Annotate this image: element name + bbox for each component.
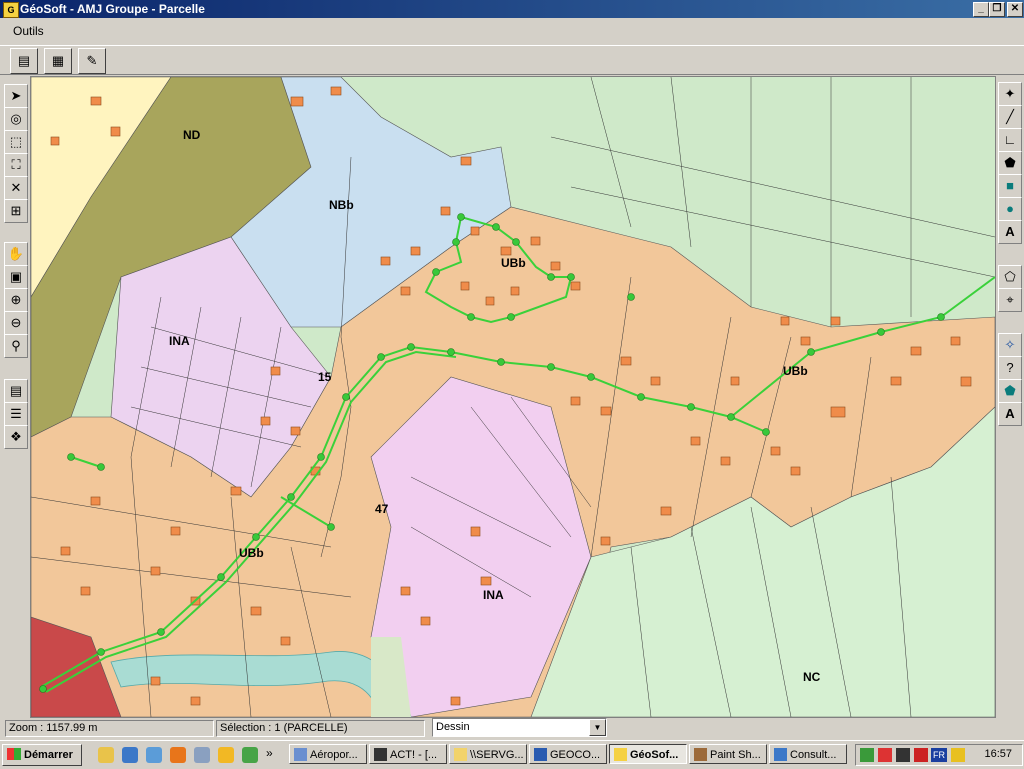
zoom-in-icon[interactable]: ⊕ [4, 288, 28, 312]
task-act[interactable]: ACT! - [... [369, 744, 447, 764]
edit-notes-icon[interactable]: ✎ [78, 48, 106, 74]
minimize-button[interactable]: _ [973, 2, 989, 17]
system-tray: FR 16:57 [855, 744, 1023, 766]
acrobat-icon[interactable] [914, 748, 928, 762]
windows-logo-icon [7, 748, 21, 760]
geosoft-icon[interactable]: G [3, 2, 19, 18]
map-layer-icon[interactable]: ▦ [44, 48, 72, 74]
zone-label: NC [803, 670, 821, 684]
title-bar: G GéoSoft - AMJ Groupe - Parcelle _ ❐ ✕ [0, 0, 1024, 18]
grid-icon[interactable]: ⊞ [4, 199, 28, 223]
draw-text-icon[interactable]: A [998, 220, 1022, 244]
task-geoco[interactable]: GEOCO... [529, 744, 607, 764]
window-title: GéoSoft - AMJ Groupe - Parcelle [20, 2, 205, 16]
media-icon[interactable] [218, 747, 234, 763]
desktop-icon[interactable] [98, 747, 114, 763]
zone-label: UBb [501, 256, 526, 270]
chevron-down-icon[interactable]: ▼ [589, 719, 606, 736]
start-label: Démarrer [24, 749, 73, 761]
map-canvas[interactable]: ND NBb UBb INA 15 UBb 47 UBb INA NC [30, 76, 996, 718]
layers-icon[interactable]: ❖ [4, 425, 28, 449]
main-toolbar: ▤ ▦ ✎ [0, 45, 1024, 75]
browser-icon[interactable] [146, 747, 162, 763]
clock[interactable]: 16:57 [984, 748, 1012, 760]
open-icon[interactable]: ▤ [10, 48, 38, 74]
selection-status: Sélection : 1 (PARCELLE) [216, 720, 425, 737]
zone-label: INA [169, 334, 190, 348]
draw-polyline-icon[interactable]: ∟ [998, 128, 1022, 152]
edit-points-icon[interactable]: ⌖ [998, 288, 1022, 312]
zone-label: 47 [375, 502, 389, 516]
network-icon[interactable] [860, 748, 874, 762]
word-icon [534, 748, 547, 761]
explorer-icon[interactable] [194, 747, 210, 763]
draw-ellipse-icon[interactable]: ● [998, 197, 1022, 221]
layer-select-value: Dessin [436, 721, 470, 733]
report-icon[interactable]: ▤ [4, 379, 28, 403]
task-servg[interactable]: \\SERVG... [449, 744, 527, 764]
antivirus-icon[interactable] [878, 748, 892, 762]
ie-icon[interactable] [122, 747, 138, 763]
menu-outils[interactable]: Outils [13, 24, 44, 38]
zone-label: ND [183, 128, 201, 142]
zone-label: INA [483, 588, 504, 602]
language-indicator[interactable]: FR [931, 748, 947, 762]
info-polygon-icon[interactable]: ⬟ [998, 379, 1022, 403]
task-consult[interactable]: Consult... [769, 744, 847, 764]
start-button[interactable]: Démarrer [2, 744, 82, 766]
info-point-icon[interactable]: ✧ [998, 333, 1022, 357]
draw-point-icon[interactable]: ✦ [998, 82, 1022, 106]
geosoft-icon [614, 748, 627, 761]
map-svg[interactable]: ND NBb UBb INA 15 UBb 47 UBb INA NC [31, 77, 995, 717]
select-poly-icon[interactable]: ⛶ [4, 153, 28, 177]
folder-icon [454, 748, 467, 761]
task-paintshop[interactable]: Paint Sh... [689, 744, 767, 764]
task-geosoft[interactable]: GéoSof... [609, 744, 687, 764]
maximize-button[interactable]: ❐ [989, 2, 1005, 17]
draw-rectangle-icon[interactable]: ■ [998, 174, 1022, 198]
list-icon[interactable]: ☰ [4, 402, 28, 426]
draw-polygon-icon[interactable]: ⬟ [998, 151, 1022, 175]
pointer-icon[interactable]: ➤ [4, 84, 28, 108]
paint-icon [694, 748, 707, 761]
zoom-extent-icon[interactable]: ✕ [4, 176, 28, 200]
zoom-status: Zoom : 1157.99 m [5, 720, 214, 737]
pan-hand-icon[interactable]: ✋ [4, 242, 28, 266]
more-arrow[interactable]: » [266, 746, 273, 760]
info-text-icon[interactable]: A [998, 402, 1022, 426]
security-icon[interactable] [951, 748, 965, 762]
zone-label: UBb [783, 364, 808, 378]
layer-select[interactable]: Dessin ▼ [432, 718, 607, 737]
zone-label: 15 [318, 370, 332, 384]
window-icon [294, 748, 307, 761]
firefox-icon[interactable] [170, 747, 186, 763]
printer-icon[interactable] [896, 748, 910, 762]
quicklaunch-icon[interactable] [242, 747, 258, 763]
taskbar: Démarrer » Aéropor... ACT! - [... \\SERV… [0, 740, 1024, 769]
draw-line-icon[interactable]: ╱ [998, 105, 1022, 129]
zone-label: NBb [329, 198, 354, 212]
task-aeroport[interactable]: Aéropor... [289, 744, 367, 764]
zone-label: UBb [239, 546, 264, 560]
info-line-icon[interactable]: ? [998, 356, 1022, 380]
menu-bar: Outils [0, 19, 1024, 43]
act-icon [374, 748, 387, 761]
ie-icon [774, 748, 787, 761]
select-rect-icon[interactable]: ⬚ [4, 130, 28, 154]
select-point-icon[interactable]: ◎ [4, 107, 28, 131]
zoom-window-icon[interactable]: ▣ [4, 265, 28, 289]
edit-vertices-icon[interactable]: ⬠ [998, 265, 1022, 289]
magnifier-icon[interactable]: ⚲ [4, 334, 28, 358]
zoom-out-icon[interactable]: ⊖ [4, 311, 28, 335]
close-button[interactable]: ✕ [1007, 2, 1023, 17]
